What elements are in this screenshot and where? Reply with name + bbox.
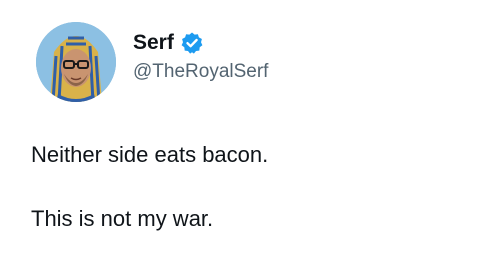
tweet-card: Serf @TheRoyalSerf Neither side eats bac… [0, 0, 500, 267]
avatar-image [36, 22, 116, 102]
author-name-row: Serf [133, 30, 204, 56]
author-handle[interactable]: @TheRoyalSerf [133, 60, 268, 84]
verified-badge-icon [180, 31, 204, 55]
avatar[interactable] [36, 22, 116, 102]
tweet-text-line: Neither side eats bacon. [31, 142, 269, 167]
tweet-text-line: This is not my war. [31, 206, 214, 231]
display-name[interactable]: Serf [133, 30, 174, 56]
